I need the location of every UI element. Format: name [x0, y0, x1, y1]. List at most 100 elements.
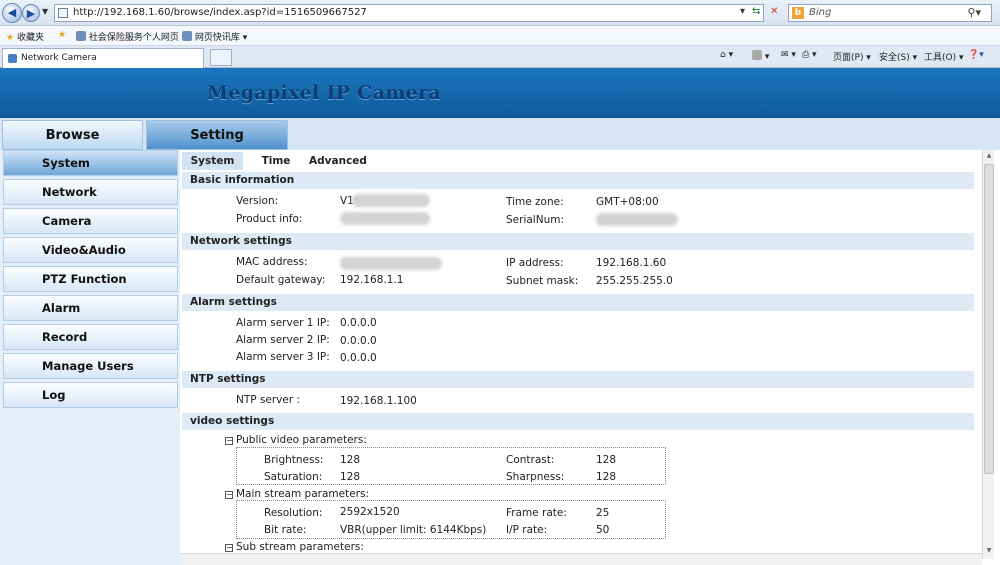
- sidebar-item-log[interactable]: Log: [3, 382, 178, 408]
- print-icon[interactable]: ⎙ ▾: [802, 50, 817, 60]
- refresh-icon[interactable]: ⇆: [752, 6, 760, 17]
- back-icon[interactable]: ◀: [2, 3, 22, 23]
- bit-rate-value: VBR(upper limit: 6144Kbps): [340, 524, 487, 536]
- version-label: Version:: [236, 195, 279, 207]
- stop-icon[interactable]: ✕: [770, 6, 778, 17]
- alarm-server-2-value: 0.0.0.0: [340, 335, 377, 347]
- sidebar-item-ptz-function[interactable]: PTZ Function: [3, 266, 178, 292]
- redacted-version: [352, 194, 430, 207]
- saturation-value: 128: [340, 471, 361, 483]
- feeds-icon[interactable]: ▾: [752, 50, 769, 62]
- collapse-icon: −: [225, 543, 233, 552]
- fav-link-social-insurance[interactable]: 社会保险服务个人网页: [76, 30, 179, 43]
- brightness-value: 128: [340, 454, 361, 466]
- subnet-mask-label: Subnet mask:: [506, 275, 579, 287]
- sidebar-item-manage-users[interactable]: Manage Users: [3, 353, 178, 379]
- sub-stream-toggle[interactable]: − Sub stream parameters:: [225, 541, 364, 553]
- favorites-label: 收藏夹: [16, 33, 44, 43]
- tab-time[interactable]: Time: [252, 152, 300, 170]
- search-input[interactable]: b Bing ⚲▾: [788, 4, 992, 22]
- product-info-label: Product info:: [236, 213, 303, 225]
- mac-address-label: MAC address:: [236, 256, 308, 268]
- ntp-server-value: 192.168.1.100: [340, 395, 417, 407]
- contrast-label: Contrast:: [506, 454, 555, 466]
- forward-icon[interactable]: ▶: [22, 4, 40, 22]
- subtabs: System Time Advanced: [180, 150, 974, 170]
- ip-address-value: 192.168.1.60: [596, 257, 667, 269]
- ip-rate-label: I/P rate:: [506, 524, 548, 536]
- history-dropdown-icon[interactable]: ▼: [42, 7, 48, 16]
- ie-page-icon: [76, 31, 86, 41]
- setting-button[interactable]: Setting: [146, 120, 288, 150]
- collapse-icon: −: [225, 490, 233, 499]
- scroll-thumb[interactable]: [984, 164, 994, 474]
- mail-icon[interactable]: ✉ ▾: [781, 50, 796, 60]
- sidebar-item-record[interactable]: Record: [3, 324, 178, 350]
- public-video-toggle[interactable]: − Public video parameters:: [225, 434, 367, 446]
- public-video-title: Public video parameters:: [236, 434, 367, 446]
- sidebar-item-alarm[interactable]: Alarm: [3, 295, 178, 321]
- scroll-down-icon[interactable]: ▼: [984, 546, 994, 556]
- resolution-value: 2592x1520: [340, 506, 400, 518]
- sharpness-value: 128: [596, 471, 617, 483]
- sidebar-item-network[interactable]: Network: [3, 179, 178, 205]
- page-menu[interactable]: 页面(P) ▾: [833, 50, 871, 63]
- browse-button[interactable]: Browse: [2, 120, 143, 150]
- main-stream-title: Main stream parameters:: [236, 488, 369, 500]
- brightness-label: Brightness:: [264, 454, 324, 466]
- alarm-server-1-value: 0.0.0.0: [340, 317, 377, 329]
- vertical-scrollbar[interactable]: ▲ ▼: [982, 150, 994, 559]
- sidebar-item-video-audio[interactable]: Video&Audio: [3, 237, 178, 263]
- favorites-bar: ★ 收藏夹 ★ 社会保险服务个人网页 网页快讯库 ▾: [0, 26, 1000, 46]
- resolution-label: Resolution:: [264, 507, 323, 519]
- ie-page-icon: [182, 31, 192, 41]
- tab-favicon: [8, 54, 17, 63]
- subnet-mask-value: 255.255.255.0: [596, 275, 673, 287]
- collapse-icon: −: [225, 436, 233, 445]
- sidebar-item-camera[interactable]: Camera: [3, 208, 178, 234]
- horizontal-scrollbar[interactable]: [180, 553, 982, 565]
- home-icon[interactable]: ⌂ ▾: [720, 50, 733, 60]
- ntp-server-label: NTP server :: [236, 394, 301, 406]
- fav-link-web-slice[interactable]: 网页快讯库 ▾: [182, 30, 247, 43]
- safety-menu[interactable]: 安全(S) ▾: [879, 50, 917, 63]
- tools-menu[interactable]: 工具(O) ▾: [924, 50, 964, 63]
- time-zone-value: GMT+08:00: [596, 196, 659, 208]
- serial-num-label: SerialNum:: [506, 214, 564, 226]
- time-zone-label: Time zone:: [506, 196, 564, 208]
- url-input[interactable]: http://192.168.1.60/browse/index.asp?id=…: [54, 4, 764, 22]
- redacted-mac-address: [340, 257, 442, 270]
- section-basic-information: Basic information: [182, 172, 974, 189]
- alarm-server-1-label: Alarm server 1 IP:: [236, 317, 330, 329]
- default-gateway-label: Default gateway:: [236, 274, 326, 286]
- top-nav: Browse Setting: [0, 118, 1000, 150]
- favorites-button[interactable]: ★ 收藏夹: [6, 30, 44, 43]
- frame-rate-label: Frame rate:: [506, 507, 567, 519]
- ip-address-label: IP address:: [506, 257, 564, 269]
- sidebar: System Network Camera Video&Audio PTZ Fu…: [0, 150, 180, 565]
- redacted-product-info: [340, 212, 430, 225]
- settings-content: System Time Advanced Basic information V…: [180, 150, 994, 565]
- section-ntp-settings: NTP settings: [182, 371, 974, 388]
- help-icon[interactable]: ❓▾: [968, 50, 984, 60]
- main-stream-toggle[interactable]: − Main stream parameters:: [225, 488, 369, 500]
- frame-rate-value: 25: [596, 507, 610, 519]
- url-dropdown-icon[interactable]: ▾: [740, 6, 745, 17]
- tab-title: Network Camera: [21, 53, 97, 63]
- sidebar-item-system[interactable]: System: [3, 150, 178, 176]
- tab-system[interactable]: System: [182, 152, 243, 170]
- search-icon[interactable]: ⚲▾: [967, 6, 981, 19]
- new-tab-button[interactable]: [210, 49, 232, 66]
- add-favorite-icon[interactable]: ★: [58, 30, 66, 40]
- camera-web-page: Megapixel IP Camera Browse Setting Syste…: [0, 68, 1000, 565]
- scroll-up-icon[interactable]: ▲: [984, 151, 994, 161]
- alarm-server-2-label: Alarm server 2 IP:: [236, 334, 330, 346]
- section-alarm-settings: Alarm settings: [182, 294, 974, 311]
- url-text: http://192.168.1.60/browse/index.asp?id=…: [73, 7, 367, 18]
- page-icon: [58, 8, 68, 18]
- contrast-value: 128: [596, 454, 617, 466]
- tab-network-camera[interactable]: Network Camera: [2, 48, 204, 68]
- alarm-server-3-label: Alarm server 3 IP:: [236, 351, 330, 363]
- favorites-star-icon: ★: [6, 33, 15, 43]
- tab-advanced[interactable]: Advanced: [304, 152, 372, 170]
